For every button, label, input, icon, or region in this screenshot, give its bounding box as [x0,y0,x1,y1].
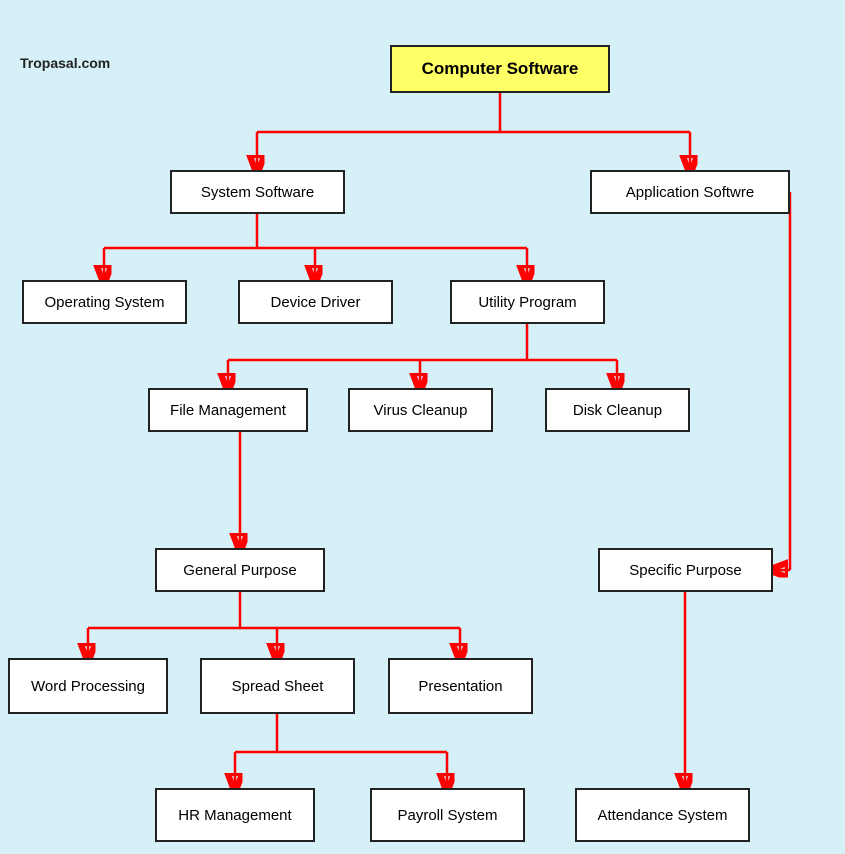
node-payroll-system: Payroll System [370,788,525,842]
node-hr-management: HR Management [155,788,315,842]
node-system-software: System Software [170,170,345,214]
node-application-software: Application Softwre [590,170,790,214]
node-file-management: File Management [148,388,308,432]
node-application-software-label: Application Softwre [626,184,754,201]
node-payroll-system-label: Payroll System [397,807,497,824]
node-root: Computer Software [390,45,610,93]
node-virus-cleanup: Virus Cleanup [348,388,493,432]
node-root-label: Computer Software [422,59,579,79]
node-disk-cleanup: Disk Cleanup [545,388,690,432]
node-presentation: Presentation [388,658,533,714]
node-spread-sheet-label: Spread Sheet [232,678,324,695]
node-operating-system-label: Operating System [44,294,164,311]
node-presentation-label: Presentation [418,678,502,695]
node-spread-sheet: Spread Sheet [200,658,355,714]
node-utility-program: Utility Program [450,280,605,324]
watermark: Tropasal.com [20,55,110,71]
chart-container: Tropasal.com Computer Software System So… [0,0,845,854]
node-word-processing-label: Word Processing [31,678,145,695]
node-general-purpose-label: General Purpose [183,562,296,579]
node-attendance-system-label: Attendance System [597,807,727,824]
node-virus-cleanup-label: Virus Cleanup [374,402,468,419]
node-disk-cleanup-label: Disk Cleanup [573,402,662,419]
node-general-purpose: General Purpose [155,548,325,592]
node-attendance-system: Attendance System [575,788,750,842]
node-file-management-label: File Management [170,402,286,419]
node-specific-purpose-label: Specific Purpose [629,562,742,579]
node-operating-system: Operating System [22,280,187,324]
node-device-driver-label: Device Driver [270,294,360,311]
node-system-software-label: System Software [201,184,314,201]
node-utility-program-label: Utility Program [478,294,576,311]
node-word-processing: Word Processing [8,658,168,714]
node-device-driver: Device Driver [238,280,393,324]
node-hr-management-label: HR Management [178,807,291,824]
node-specific-purpose: Specific Purpose [598,548,773,592]
